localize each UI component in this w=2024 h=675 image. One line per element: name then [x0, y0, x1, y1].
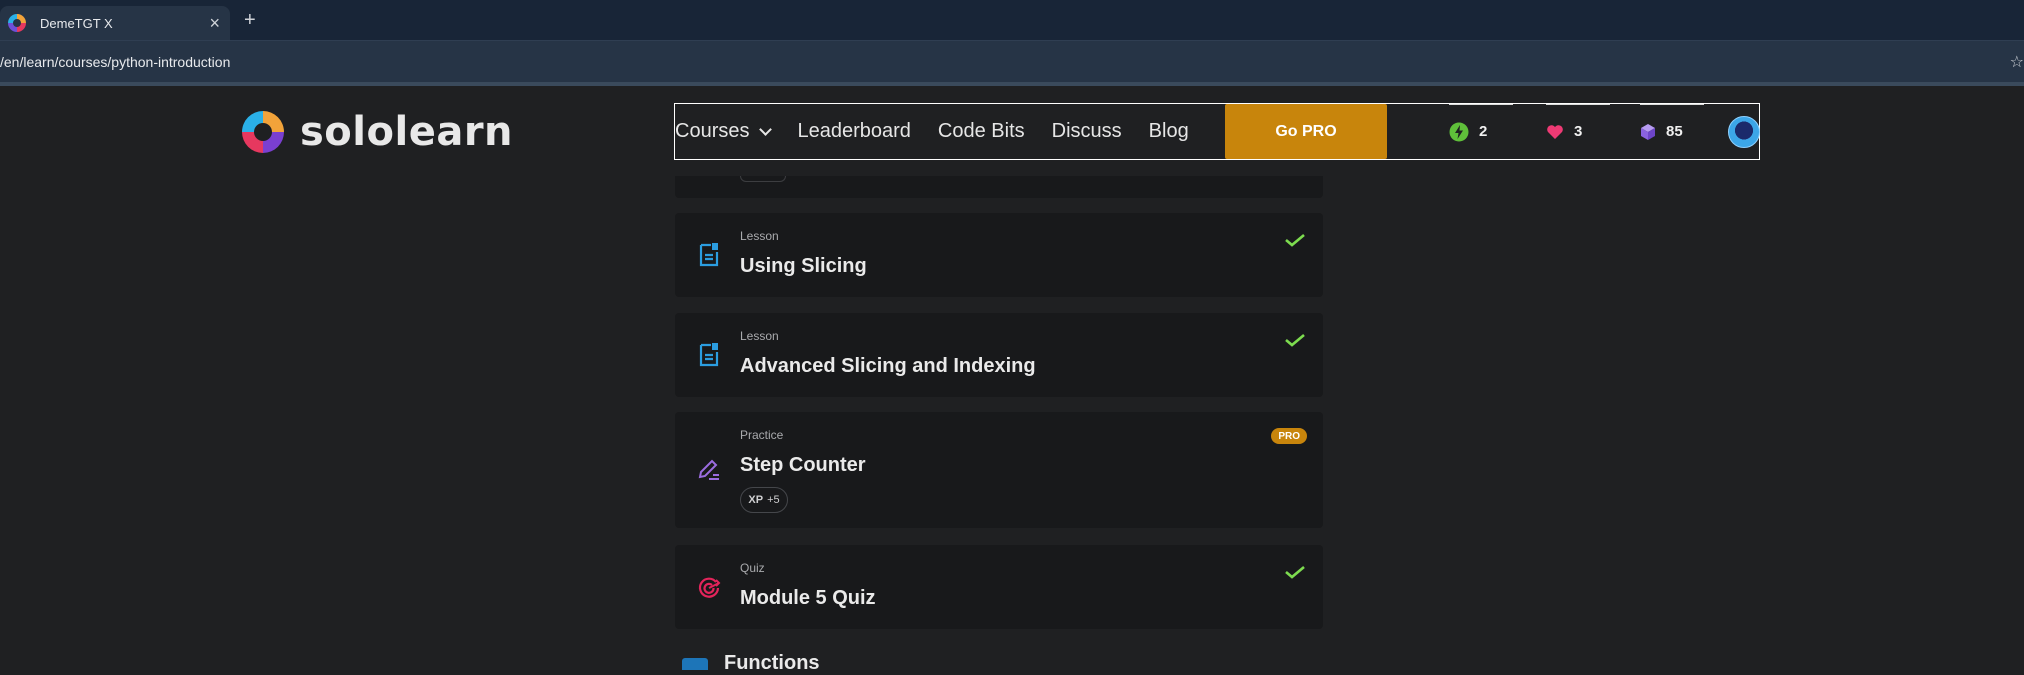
heart-icon [1547, 124, 1563, 139]
gems-counter[interactable]: 85 [1640, 104, 1704, 159]
previous-card-fragment [675, 176, 1323, 198]
chevron-down-icon [759, 122, 773, 136]
url-text[interactable]: /en/learn/courses/python-introduction [0, 54, 230, 70]
streak-value: 2 [1479, 123, 1488, 140]
card-type-label: Lesson [740, 229, 779, 243]
lesson-document-icon [699, 343, 719, 367]
gems-value: 85 [1666, 123, 1683, 140]
nav-courses-label: Courses [675, 120, 750, 142]
pro-badge: PRO [1271, 428, 1307, 444]
bookmark-icon[interactable]: ☆ [2010, 52, 2024, 72]
lesson-document-icon [699, 243, 719, 267]
completed-check-icon [1285, 234, 1305, 247]
lightning-icon [1449, 122, 1469, 141]
site-header: sololearn Courses Leaderboard Code Bits … [0, 86, 2024, 176]
nav-courses[interactable]: Courses [675, 120, 773, 143]
module-icon [682, 657, 708, 670]
card-title: Advanced Slicing and Indexing [740, 355, 1036, 377]
completed-check-icon [1285, 334, 1305, 347]
quiz-card-module-5[interactable]: Quiz Module 5 Quiz [675, 545, 1323, 629]
module-title: Functions [724, 652, 820, 674]
lesson-card-advanced-slicing[interactable]: Lesson Advanced Slicing and Indexing [675, 313, 1323, 397]
card-type-label: Lesson [740, 329, 779, 343]
card-title: Module 5 Quiz [740, 587, 876, 609]
sololearn-favicon-icon [8, 14, 26, 32]
main-nav: Courses Leaderboard Code Bits Discuss Bl… [674, 103, 1760, 160]
address-bar[interactable]: /en/learn/courses/python-introduction ☆ [0, 40, 2024, 82]
nav-blog[interactable]: Blog [1149, 120, 1189, 143]
card-type-label: Practice [740, 428, 784, 442]
completed-check-icon [1285, 566, 1305, 579]
browser-tab-bar: DemeTGT X × + [0, 0, 2024, 40]
user-avatar[interactable] [1728, 116, 1760, 148]
logo-wordmark: sololearn [300, 109, 514, 155]
streak-counter[interactable]: 2 [1449, 104, 1514, 159]
lesson-card-using-slicing[interactable]: Lesson Using Slicing [675, 213, 1323, 297]
hearts-counter[interactable]: 3 [1546, 104, 1611, 159]
nav-leaderboard[interactable]: Leaderboard [797, 120, 910, 143]
next-module-heading[interactable]: Functions [682, 652, 820, 675]
go-pro-button[interactable]: Go PRO [1225, 104, 1387, 159]
browser-tab[interactable]: DemeTGT X × [0, 6, 230, 40]
sololearn-logo-icon [242, 111, 284, 153]
nav-code-bits[interactable]: Code Bits [938, 120, 1025, 143]
card-title: Step Counter [740, 454, 866, 476]
xp-value: +5 [767, 494, 780, 506]
sololearn-logo[interactable]: sololearn [238, 107, 513, 157]
xp-label: XP [748, 494, 764, 506]
quiz-target-icon [698, 577, 721, 598]
tab-title: DemeTGT X [40, 15, 113, 31]
card-type-label: Quiz [740, 561, 765, 575]
practice-pencil-icon [698, 459, 719, 480]
gem-cube-icon [1641, 123, 1655, 140]
nav-discuss[interactable]: Discuss [1052, 120, 1122, 143]
card-title: Using Slicing [740, 255, 867, 277]
tab-close-icon[interactable]: × [209, 13, 220, 33]
practice-card-step-counter[interactable]: Practice Step Counter PRO XP +5 [675, 412, 1323, 528]
xp-pill-fragment [740, 176, 786, 182]
xp-reward-pill: XP +5 [740, 487, 788, 513]
hearts-value: 3 [1574, 123, 1583, 140]
new-tab-icon[interactable]: + [244, 8, 256, 32]
